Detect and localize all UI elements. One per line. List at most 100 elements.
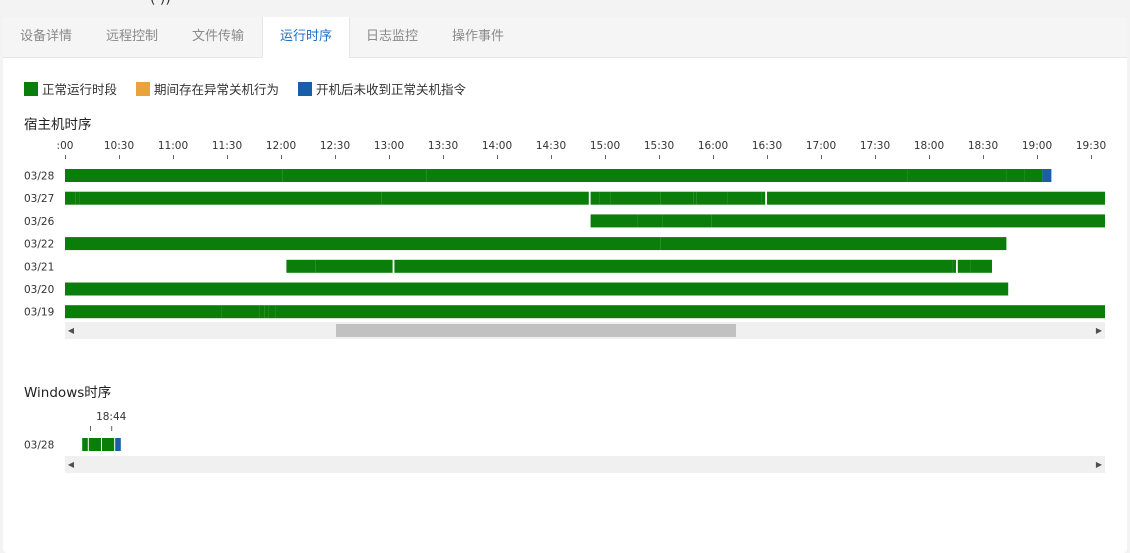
- host-segment-bar: [957, 259, 971, 273]
- host-segment-bar: [731, 191, 762, 205]
- host-segment-bar: [381, 191, 589, 205]
- windows-scrollbar[interactable]: ◀ ▶: [65, 456, 1105, 473]
- host-tick-label: 11:30: [212, 140, 242, 152]
- device-title-fragment: ( )): [150, 0, 171, 7]
- windows-scroll-right-icon[interactable]: ▶: [1093, 456, 1105, 473]
- windows-segment-bar: [102, 438, 115, 451]
- host-segment-bar: [65, 305, 222, 319]
- host-tick-label: 11:00: [158, 140, 188, 152]
- host-segment-bar: [632, 214, 638, 228]
- legend-no-shutdown-label: 开机后未收到正常关机指令: [316, 82, 467, 97]
- host-segment-bar: [1042, 169, 1052, 182]
- host-row-date: 03/22: [24, 239, 54, 251]
- host-segment-bar: [65, 237, 661, 251]
- host-segment-bar: [727, 191, 731, 205]
- host-segment-bar: [637, 214, 650, 228]
- host-segment-bar: [761, 191, 766, 205]
- legend-no-shutdown-swatch: [298, 82, 312, 96]
- host-tick-label: 13:30: [428, 140, 458, 152]
- host-row-date: 03/21: [24, 261, 54, 273]
- host-segment-bar: [952, 259, 956, 273]
- main-panel: 设备详情 远程控制 文件传输 运行时序 日志监控 操作事件 正常运行时段 期间存…: [3, 17, 1127, 553]
- host-segment-bar: [275, 305, 1106, 319]
- tab-device-detail[interactable]: 设备详情: [3, 17, 89, 57]
- host-tick-label: 17:00: [806, 140, 836, 152]
- host-segment-bar: [254, 305, 260, 319]
- legend-normal-swatch: [24, 82, 38, 96]
- scroll-right-icon[interactable]: ▶: [1093, 322, 1105, 339]
- host-tick-label: 15:00: [590, 140, 620, 152]
- host-segment-bar: [711, 214, 1105, 228]
- windows-segment-bar: [115, 438, 121, 451]
- host-tick-label: 18:00: [914, 140, 944, 152]
- host-scrollbar-thumb[interactable]: [335, 324, 736, 337]
- host-segment-bar: [696, 191, 728, 205]
- scroll-left-icon[interactable]: ◀: [65, 322, 77, 339]
- windows-timeline-chart: 18:44 03/28: [24, 411, 127, 452]
- windows-segment-bar: [88, 438, 101, 451]
- host-row-date: 03/19: [24, 307, 54, 319]
- tab-bar: 设备详情 远程控制 文件传输 运行时序 日志监控 操作事件: [3, 17, 1127, 58]
- top-strip: ( )): [0, 0, 1130, 18]
- host-row-date: 03/27: [24, 193, 54, 205]
- host-segment-bar: [426, 169, 908, 182]
- host-tick-label: :00: [57, 140, 74, 152]
- tab-log-monitor[interactable]: 日志监控: [349, 17, 435, 57]
- host-row-date: 03/28: [24, 171, 54, 183]
- host-segment-bar: [272, 305, 276, 319]
- legend-normal-label: 正常运行时段: [42, 82, 118, 97]
- windows-tick-label: 18:44: [96, 411, 127, 423]
- host-segment-bar: [286, 259, 316, 273]
- legend-abnormal: 期间存在异常关机行为: [136, 79, 279, 98]
- host-section-title: 宿主机时序: [24, 117, 92, 133]
- host-scrollbar[interactable]: ◀ ▶: [65, 322, 1105, 339]
- host-segment-bar: [398, 259, 953, 273]
- windows-scroll-left-icon[interactable]: ◀: [65, 456, 77, 473]
- tab-operation-events[interactable]: 操作事件: [435, 17, 521, 57]
- host-tick-label: 14:00: [482, 140, 512, 152]
- host-segment-bar: [660, 237, 1007, 251]
- host-segment-bar: [221, 305, 254, 319]
- legend-no-shutdown: 开机后未收到正常关机指令: [298, 79, 466, 98]
- host-segment-bar: [693, 191, 697, 205]
- host-segment-bar: [65, 191, 76, 205]
- host-row-date: 03/26: [24, 216, 55, 228]
- windows-segment-bar: [82, 438, 88, 451]
- host-row-date: 03/20: [24, 284, 54, 296]
- host-segment-bar: [389, 259, 393, 273]
- tab-remote-control[interactable]: 远程控制: [89, 17, 175, 57]
- host-segment-bar: [970, 259, 992, 273]
- host-segment-bar: [282, 169, 416, 182]
- host-tick-label: 14:30: [536, 140, 566, 152]
- host-tick-label: 16:00: [698, 140, 728, 152]
- host-tick-label: 10:30: [104, 140, 134, 152]
- host-segment-bar: [75, 191, 80, 205]
- legend-abnormal-label: 期间存在异常关机行为: [154, 82, 280, 97]
- host-tick-label: 19:30: [1076, 140, 1106, 152]
- host-segment-bar: [79, 191, 382, 205]
- host-segment-bar: [599, 191, 611, 205]
- host-segment-bar: [907, 169, 1007, 182]
- host-segment-bar: [590, 214, 632, 228]
- host-segment-bar: [315, 259, 389, 273]
- legend-abnormal-swatch: [136, 82, 150, 96]
- host-timeline-chart: :00 10:30 11:00 11:30 12:00 12:30 13:00 13:30 14…: [24, 140, 1106, 319]
- host-segment-bar: [767, 191, 1105, 205]
- windows-section-title: Windows时序: [24, 385, 112, 401]
- host-segment-bar: [264, 305, 269, 319]
- host-segment-bar: [65, 282, 1009, 296]
- host-segment-bar: [610, 191, 661, 205]
- tab-run-timeline[interactable]: 运行时序: [262, 17, 350, 58]
- host-tick-label: 12:30: [320, 140, 350, 152]
- legend-normal: 正常运行时段: [24, 79, 117, 98]
- host-segment-bar: [416, 169, 427, 182]
- host-segment-bar: [268, 305, 272, 319]
- host-segment-bar: [660, 191, 694, 205]
- tab-file-transfer[interactable]: 文件传输: [175, 17, 261, 57]
- host-tick-label: 13:00: [374, 140, 404, 152]
- host-tick-label: 12:00: [266, 140, 296, 152]
- host-tick-label: 19:00: [1022, 140, 1052, 152]
- host-segment-bar: [650, 214, 663, 228]
- host-tick-label: 17:30: [860, 140, 890, 152]
- windows-row-date: 03/28: [24, 440, 54, 452]
